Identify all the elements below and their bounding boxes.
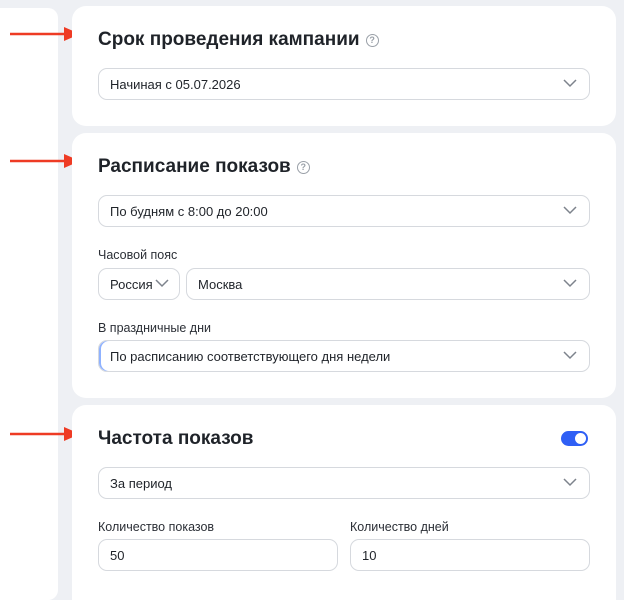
city-select[interactable]: Москва [186, 268, 590, 300]
impressions-label: Количество показов [98, 520, 215, 534]
arrow-annotation-3 [10, 427, 80, 441]
arrow-annotation-1 [10, 27, 80, 41]
schedule-title: Расписание показов ? [98, 156, 310, 178]
schedule-card: Расписание показов ? По будням с 8:00 до… [72, 133, 616, 398]
country-select[interactable]: Россия [98, 268, 180, 300]
chevron-down-icon [563, 206, 577, 215]
chevron-down-icon [155, 279, 169, 288]
schedule-select[interactable]: По будням с 8:00 до 20:00 [98, 195, 590, 227]
left-panel [0, 0, 62, 600]
impressions-input[interactable]: 50 [98, 539, 338, 571]
campaign-period-select[interactable]: Начиная с 05.07.2026 [98, 68, 590, 100]
chevron-down-icon [563, 79, 577, 88]
timezone-label: Часовой пояс [98, 248, 178, 262]
holidays-select[interactable]: По расписанию соответствующего дня недел… [98, 340, 590, 372]
frequency-period-select[interactable]: За период [98, 467, 590, 499]
holidays-label: В праздничные дни [98, 321, 211, 335]
chevron-down-icon [563, 351, 577, 360]
left-panel-surface [0, 8, 58, 600]
help-icon[interactable]: ? [365, 33, 379, 47]
frequency-title: Частота показов [98, 428, 254, 449]
frequency-toggle[interactable] [561, 431, 588, 446]
days-input[interactable]: 10 [350, 539, 590, 571]
frequency-card: Частота показов За период Количество пок… [72, 405, 616, 600]
arrow-annotation-2 [10, 154, 80, 168]
help-icon[interactable]: ? [296, 160, 310, 174]
days-label: Количество дней [350, 520, 449, 534]
campaign-period-card: Срок проведения кампании ? Начиная с 05.… [72, 6, 616, 126]
chevron-down-icon [563, 279, 577, 288]
chevron-down-icon [563, 478, 577, 487]
toggle-knob [575, 433, 586, 444]
campaign-period-title: Срок проведения кампании ? [98, 29, 379, 51]
